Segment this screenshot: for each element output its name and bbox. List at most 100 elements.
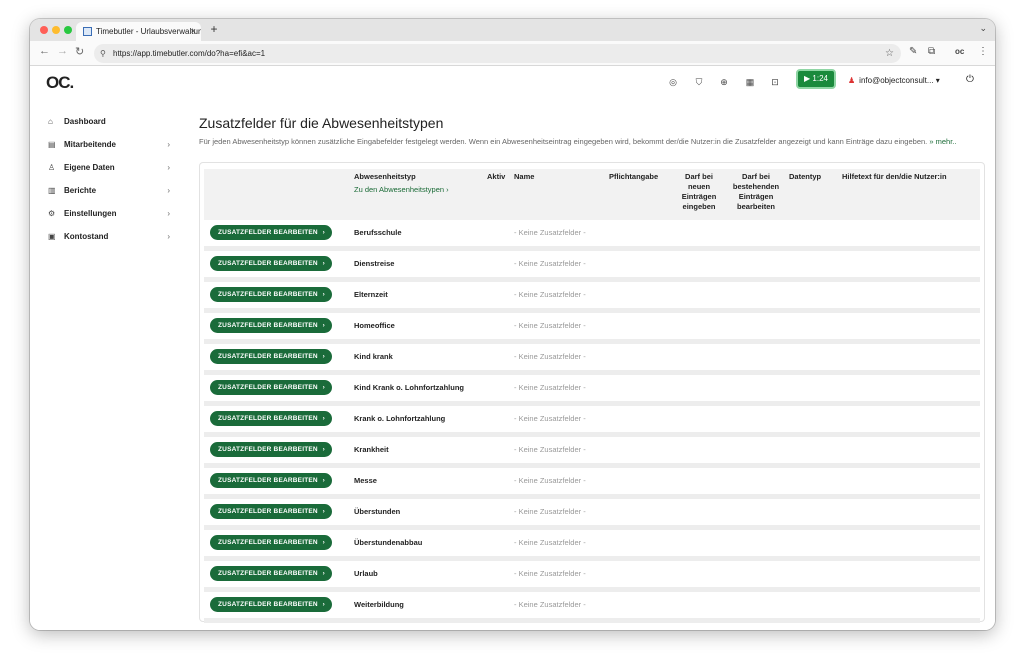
browser-tab[interactable]: Timebutler - Urlaubsverwaltung × [76,22,201,41]
table-header: Abwesenheitstyp Zu den Abwesenheitstypen… [204,169,980,220]
empty-fields-label: - Keine Zusatzfelder - [514,321,586,330]
edit-fields-button[interactable]: ZUSATZFELDER BEARBEITEN › [210,256,332,271]
edit-fields-button[interactable]: ZUSATZFELDER BEARBEITEN › [210,287,332,302]
edit-fields-button[interactable]: ZUSATZFELDER BEARBEITEN › [210,566,332,581]
chevron-right-icon: › [322,601,325,608]
maximize-window-icon[interactable] [64,26,72,34]
edit-fields-button[interactable]: ZUSATZFELDER BEARBEITEN › [210,380,332,395]
tab-list-chevron-icon[interactable]: ⌄ [979,23,987,34]
chevron-right-icon: › [322,353,325,360]
empty-fields-label: - Keine Zusatzfelder - [514,352,586,361]
calendar-icon[interactable]: ▦ [744,76,756,88]
logo[interactable]: OC. [46,73,74,93]
site-settings-icon[interactable]: ⚲ [100,44,106,63]
profile-icon[interactable]: oc [955,47,964,56]
chevron-right-icon: › [322,446,325,453]
chevron-right-icon: › [322,415,325,422]
edit-fields-button[interactable]: ZUSATZFELDER BEARBEITEN › [210,597,332,612]
chevron-right-icon: › [322,508,325,515]
table-row: ZUSATZFELDER BEARBEITEN › Kind Krank o. L… [204,375,980,406]
close-window-icon[interactable] [40,26,48,34]
extensions-icon[interactable]: ⧉ [928,46,935,57]
sidebar-item-einstellungen[interactable]: ⚙ Einstellungen › [46,202,176,225]
bookmark-star-icon[interactable]: ☆ [885,44,894,63]
shield-icon[interactable]: ⛉ [693,76,705,88]
table-row: ZUSATZFELDER BEARBEITEN › Elternzeit - Ke… [204,282,980,313]
absence-type: Elternzeit [354,290,388,299]
address-bar[interactable]: ⚲ https://app.timebutler.com/do?ha=efi&a… [94,44,901,63]
absence-type: Berufsschule [354,228,402,237]
chevron-right-icon: › [167,186,170,195]
header-type: Abwesenheitstyp [354,172,416,181]
url-text: https://app.timebutler.com/do?ha=efi&ac=… [113,49,266,58]
edit-fields-button[interactable]: ZUSATZFELDER BEARBEITEN › [210,318,332,333]
edit-fields-button[interactable]: ZUSATZFELDER BEARBEITEN › [210,473,332,488]
absence-type: Weiterbildung [354,600,404,609]
sidebar-item-eigene-daten[interactable]: ♙ Eigene Daten › [46,156,176,179]
support-icon[interactable]: ◎ [667,76,679,88]
forward-icon[interactable]: → [57,45,68,57]
logout-power-icon[interactable]: ⏻ [966,74,974,85]
browser-window: Timebutler - Urlaubsverwaltung × + ⌄ ← →… [30,19,995,630]
menu-dots-icon[interactable]: ⋮ [978,46,988,57]
sidebar: ⌂ Dashboard ▤ Mitarbeitende › ♙ Eigene Daten… [46,110,176,248]
minimize-window-icon[interactable] [52,26,60,34]
inbox-icon[interactable]: ⊡ [769,76,781,88]
empty-fields-label: - Keine Zusatzfelder - [514,414,586,423]
app-area: OC. ◎ ⛉ ⊕ ▦ ⊡ ▶ 1:24 ♟ info@objectconsult… [30,66,995,630]
absence-type: Messe [354,476,377,485]
back-icon[interactable]: ← [39,45,50,57]
header-edit-entries: Darf bei bestehenden Einträgen bearbeite… [732,172,780,211]
sidebar-item-dashboard[interactable]: ⌂ Dashboard [46,110,176,133]
chevron-right-icon: › [167,140,170,149]
user-email: info@objectconsult... [859,76,934,85]
chevron-right-icon: › [322,260,325,267]
edit-fields-button[interactable]: ZUSATZFELDER BEARBEITEN › [210,411,332,426]
edit-fields-button[interactable]: ZUSATZFELDER BEARBEITEN › [210,442,332,457]
browser-toolbar: ← → ↻ ⚲ https://app.timebutler.com/do?ha… [30,41,995,66]
globe-icon[interactable]: ⊕ [718,76,730,88]
empty-fields-label: - Keine Zusatzfelder - [514,228,586,237]
timer-button[interactable]: ▶ 1:24 [796,69,836,89]
header-new-entries: Darf bei neuen Einträgen eingeben [681,172,717,211]
edit-fields-button[interactable]: ZUSATZFELDER BEARBEITEN › [210,225,332,240]
absence-type: Homeoffice [354,321,395,330]
edit-fields-button[interactable]: ZUSATZFELDER BEARBEITEN › [210,504,332,519]
edit-fields-button[interactable]: ZUSATZFELDER BEARBEITEN › [210,349,332,364]
empty-fields-label: - Keine Zusatzfelder - [514,538,586,547]
chevron-right-icon: › [322,384,325,391]
absence-type: Dienstreise [354,259,395,268]
empty-fields-label: - Keine Zusatzfelder - [514,383,586,392]
table-row: ZUSATZFELDER BEARBEITEN › Messe - Keine Z… [204,468,980,499]
sidebar-item-mitarbeitende[interactable]: ▤ Mitarbeitende › [46,133,176,156]
chevron-right-icon: › [322,291,325,298]
edit-fields-button[interactable]: ZUSATZFELDER BEARBEITEN › [210,535,332,550]
absence-type: Überstundenabbau [354,538,423,547]
chevron-right-icon: › [167,163,170,172]
table-row: ZUSATZFELDER BEARBEITEN › Urlaub - Keine … [204,561,980,592]
id-card-icon: ▤ [48,140,56,149]
close-tab-icon[interactable]: × [191,22,196,41]
chevron-right-icon: › [322,477,325,484]
user-icon: ♟ [848,76,856,85]
sidebar-item-berichte[interactable]: ▥ Berichte › [46,179,176,202]
type-link[interactable]: Zu den Abwesenheitstypen › [354,185,449,194]
empty-fields-label: - Keine Zusatzfelder - [514,507,586,516]
chevron-right-icon: › [322,322,325,329]
user-menu[interactable]: ♟ info@objectconsult... ▾ [848,76,940,85]
reload-icon[interactable]: ↻ [75,45,84,58]
table-row: ZUSATZFELDER BEARBEITEN › Homeoffice - Ke… [204,313,980,344]
header-active: Aktiv [487,172,506,181]
more-link[interactable]: » mehr.. [929,137,956,146]
table-row: ZUSATZFELDER BEARBEITEN › Kind krank - Ke… [204,344,980,375]
bar-chart-icon: ▥ [48,186,56,195]
absence-type: Urlaub [354,569,378,578]
sidebar-item-kontostand[interactable]: ▣ Kontostand › [46,225,176,248]
table-row: ZUSATZFELDER BEARBEITEN › Krank o. Lohnfo… [204,406,980,437]
pen-extension-icon[interactable]: ✎ [909,46,917,57]
header-name: Name [514,172,535,181]
chevron-right-icon: › [322,229,325,236]
absence-type: Kind Krank o. Lohnfortzahlung [354,383,464,392]
absence-type: Krank o. Lohnfortzahlung [354,414,446,423]
new-tab-button[interactable]: + [207,23,221,37]
